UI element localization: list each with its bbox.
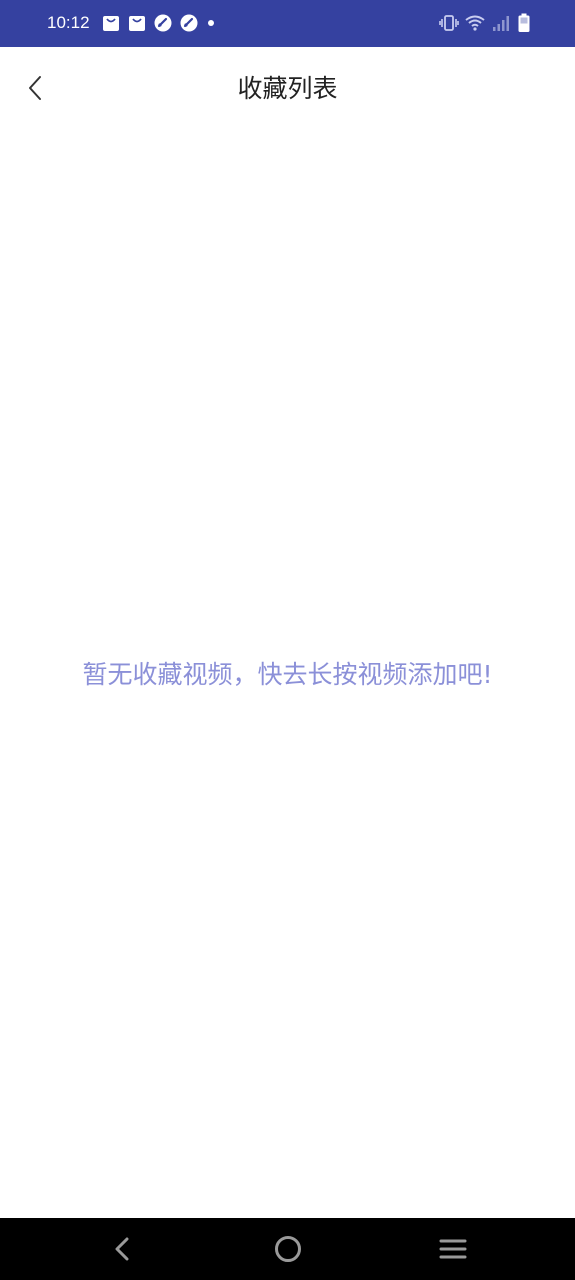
signal-icon [493, 16, 509, 31]
recents-menu-icon [439, 1239, 467, 1259]
status-time: 10:12 [47, 13, 90, 32]
nav-recents-button[interactable] [413, 1218, 493, 1280]
speed-notification-icon [180, 14, 198, 32]
empty-state-message: 暂无收藏视频，快去长按视频添加吧! [82, 660, 493, 689]
speed-notification-icon [154, 14, 172, 32]
page-title: 收藏列表 [237, 74, 338, 103]
status-bar: 10:12 [0, 0, 575, 47]
battery-icon [518, 13, 530, 32]
bag-notification-icon [129, 16, 145, 31]
system-nav-bar [0, 1218, 575, 1280]
home-circle-icon [275, 1236, 301, 1262]
wifi-icon [465, 15, 485, 31]
nav-back-button[interactable] [82, 1218, 162, 1280]
system-icons [433, 13, 531, 33]
notification-icons [102, 13, 214, 33]
screen: 10:12 收藏列表 暂无收藏视频，快去长按视频添加吧! [0, 0, 575, 1280]
nav-home-button[interactable] [248, 1218, 328, 1280]
back-triangle-icon [115, 1237, 129, 1261]
more-dot-icon [208, 20, 214, 26]
vibrate-icon [439, 15, 459, 31]
app-header: 收藏列表 [0, 47, 575, 131]
bag-notification-icon [103, 16, 119, 31]
